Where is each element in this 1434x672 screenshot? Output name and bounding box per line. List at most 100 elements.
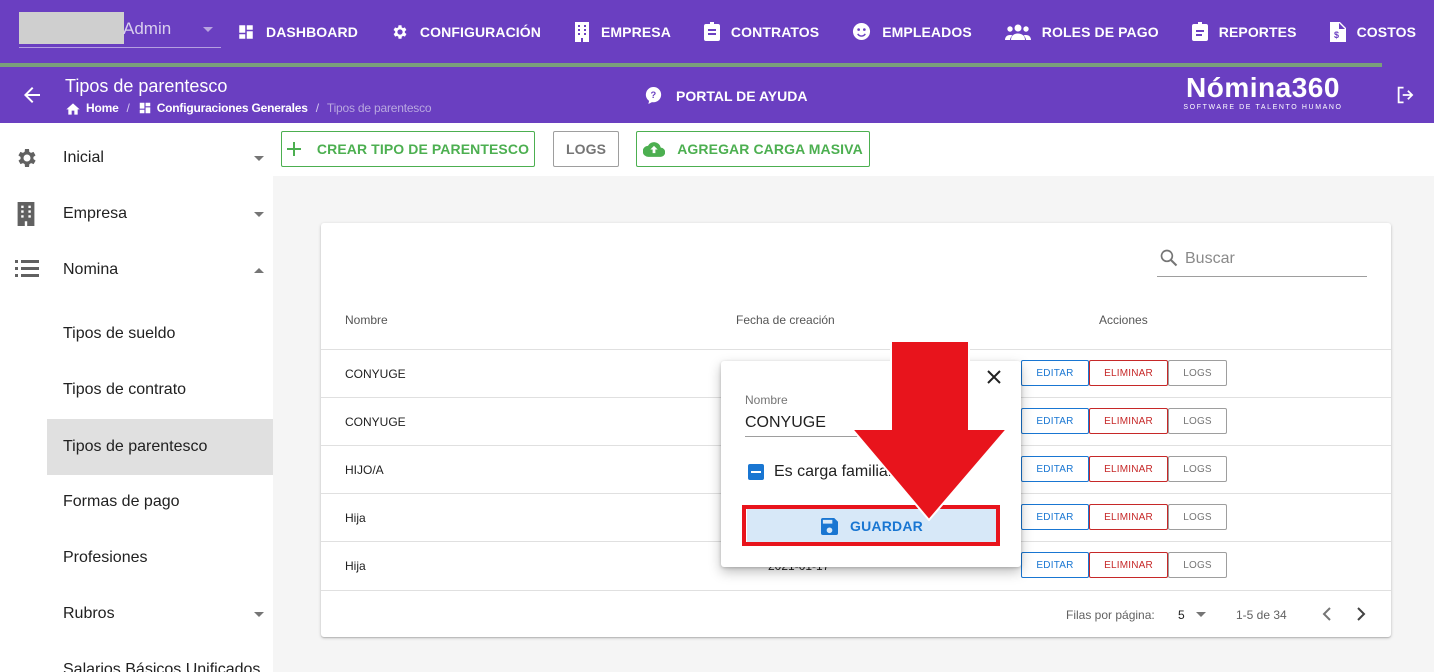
edit-button[interactable]: EDITAR — [1021, 408, 1089, 434]
plus-icon — [286, 142, 301, 156]
edit-label: EDITAR — [1036, 367, 1074, 379]
breadcrumb-home-label: Home — [86, 101, 119, 115]
help-icon: ? — [645, 87, 662, 104]
row-logs-button[interactable]: LOGS — [1168, 408, 1227, 434]
edit-button[interactable]: EDITAR — [1021, 360, 1089, 386]
breadcrumb-section-label: Configuraciones Generales — [156, 101, 308, 115]
nav-configuracion[interactable]: CONFIGURACIÓN — [391, 23, 541, 41]
nav-items: DASHBOARD CONFIGURACIÓN EMPRESA CONTRATO… — [237, 0, 1434, 63]
rows-per-page-select[interactable]: 5 — [1178, 608, 1185, 622]
gear-icon — [393, 24, 407, 39]
delete-label: ELIMINAR — [1104, 463, 1153, 475]
column-header-actions: Acciones — [1099, 313, 1148, 327]
edit-label: EDITAR — [1036, 559, 1074, 571]
row-logs-label: LOGS — [1183, 511, 1212, 523]
search-field[interactable] — [1157, 243, 1367, 277]
delete-button[interactable]: ELIMINAR — [1089, 360, 1168, 386]
building-icon — [574, 21, 589, 42]
cell-name: CONYUGE — [345, 367, 406, 381]
annotation-arrow-down-icon — [852, 341, 1007, 521]
row-logs-button[interactable]: LOGS — [1168, 552, 1227, 578]
carga-familiar-checkbox[interactable] — [748, 464, 764, 480]
sidebar-item-inicial-label: Inicial — [63, 149, 104, 166]
chevron-right-icon[interactable] — [1355, 607, 1367, 621]
dashboard-icon — [139, 102, 150, 114]
sidebar-item-inicial[interactable]: Inicial — [0, 130, 273, 186]
help-portal-link[interactable]: ? PORTAL DE AYUDA — [645, 87, 807, 104]
nav-roles-de-pago-label: ROLES DE PAGO — [1041, 23, 1159, 40]
help-portal-label: PORTAL DE AYUDA — [676, 87, 808, 104]
cloud-upload-icon — [643, 141, 666, 157]
nav-contratos[interactable]: CONTRATOS — [703, 22, 820, 41]
user-name: Admin — [123, 19, 172, 38]
edit-button[interactable]: EDITAR — [1021, 456, 1089, 482]
sidebar-sub-tipos-de-sueldo[interactable]: Tipos de sueldo — [47, 306, 273, 362]
nav-roles-de-pago[interactable]: ROLES DE PAGO — [1004, 23, 1159, 40]
row-logs-button[interactable]: LOGS — [1168, 360, 1227, 386]
nav-empresa[interactable]: EMPRESA — [574, 21, 671, 42]
delete-label: ELIMINAR — [1104, 559, 1153, 571]
search-input[interactable] — [1185, 247, 1365, 271]
sidebar-item-empresa[interactable]: Empresa — [0, 186, 273, 242]
edit-label: EDITAR — [1036, 511, 1074, 523]
chevron-up-icon — [254, 268, 264, 273]
edit-button[interactable]: EDITAR — [1021, 552, 1089, 578]
column-header-date[interactable]: Fecha de creación — [736, 313, 835, 327]
nav-costos[interactable]: $ COSTOS — [1329, 21, 1417, 42]
group-icon — [1004, 24, 1031, 40]
nav-contratos-label: CONTRATOS — [730, 23, 820, 40]
nav-empleados[interactable]: EMPLEADOS — [852, 22, 972, 41]
nav-costos-label: COSTOS — [1356, 23, 1417, 40]
sidebar-sub-tipos-de-contrato[interactable]: Tipos de contrato — [47, 362, 273, 418]
sidebar-sub-rubros[interactable]: Rubros — [47, 586, 273, 642]
column-header-name[interactable]: Nombre — [345, 313, 388, 327]
edit-button[interactable]: EDITAR — [1021, 504, 1089, 530]
edit-label: EDITAR — [1036, 415, 1074, 427]
breadcrumb-separator: / — [315, 101, 319, 115]
page-header: Tipos de parentesco Home / Configuracion… — [0, 67, 1434, 123]
sidebar-sub-profesiones[interactable]: Profesiones — [47, 530, 273, 586]
chevron-down-icon — [254, 212, 264, 217]
create-parentesco-label: CREAR TIPO DE PARENTESCO — [316, 141, 530, 157]
create-parentesco-button[interactable]: CREAR TIPO DE PARENTESCO — [281, 131, 535, 167]
breadcrumb-home[interactable]: Home — [65, 101, 119, 115]
brand-logo-text: Nómina360 — [1186, 72, 1340, 103]
sidebar-sub-label: Rubros — [63, 605, 115, 622]
sidebar-sub-label: Tipos de contrato — [63, 381, 187, 398]
back-arrow-icon[interactable] — [20, 83, 44, 107]
nav-empleados-label: EMPLEADOS — [882, 23, 972, 40]
sidebar-sub-salarios-basicos[interactable]: Salarios Básicos Unificados — [47, 642, 273, 672]
bulk-upload-button[interactable]: AGREGAR CARGA MASIVA — [636, 131, 870, 167]
logs-button-label: LOGS — [565, 141, 607, 157]
nav-dashboard[interactable]: DASHBOARD — [237, 23, 358, 41]
svg-text:?: ? — [651, 90, 657, 100]
chevron-left-icon[interactable] — [1321, 607, 1333, 621]
sidebar-sub-formas-de-pago[interactable]: Formas de pago — [47, 474, 273, 530]
sidebar-sub-tipos-de-parentesco[interactable]: Tipos de parentesco — [47, 419, 273, 475]
nav-reportes-label: REPORTES — [1218, 23, 1297, 40]
row-logs-button[interactable]: LOGS — [1168, 456, 1227, 482]
logs-button[interactable]: LOGS — [553, 131, 619, 167]
row-logs-label: LOGS — [1183, 463, 1212, 475]
breadcrumb-separator: / — [126, 101, 130, 115]
delete-button[interactable]: ELIMINAR — [1089, 504, 1168, 530]
top-navbar: Admin DASHBOARD CONFIGURACIÓN EMPRESA CO… — [0, 0, 1434, 63]
cell-name: Hija — [345, 511, 366, 525]
logout-icon[interactable] — [1396, 86, 1416, 104]
user-select[interactable]: Admin — [19, 12, 221, 48]
delete-button[interactable]: ELIMINAR — [1089, 552, 1168, 578]
breadcrumb-section[interactable]: Configuraciones Generales — [138, 101, 308, 115]
bulk-upload-label: AGREGAR CARGA MASIVA — [677, 141, 863, 157]
nav-empresa-label: EMPRESA — [600, 23, 671, 40]
building-icon — [17, 202, 35, 226]
delete-button[interactable]: ELIMINAR — [1089, 408, 1168, 434]
row-logs-button[interactable]: LOGS — [1168, 504, 1227, 530]
delete-button[interactable]: ELIMINAR — [1089, 456, 1168, 482]
sidebar-item-nomina[interactable]: Nomina — [0, 242, 273, 298]
nav-reportes[interactable]: REPORTES — [1191, 22, 1297, 41]
invoice-icon: $ — [1329, 21, 1346, 42]
row-logs-label: LOGS — [1183, 559, 1212, 571]
nav-configuracion-label: CONFIGURACIÓN — [419, 23, 541, 40]
sidebar-sub-label: Formas de pago — [63, 493, 180, 510]
page-title: Tipos de parentesco — [65, 76, 228, 96]
